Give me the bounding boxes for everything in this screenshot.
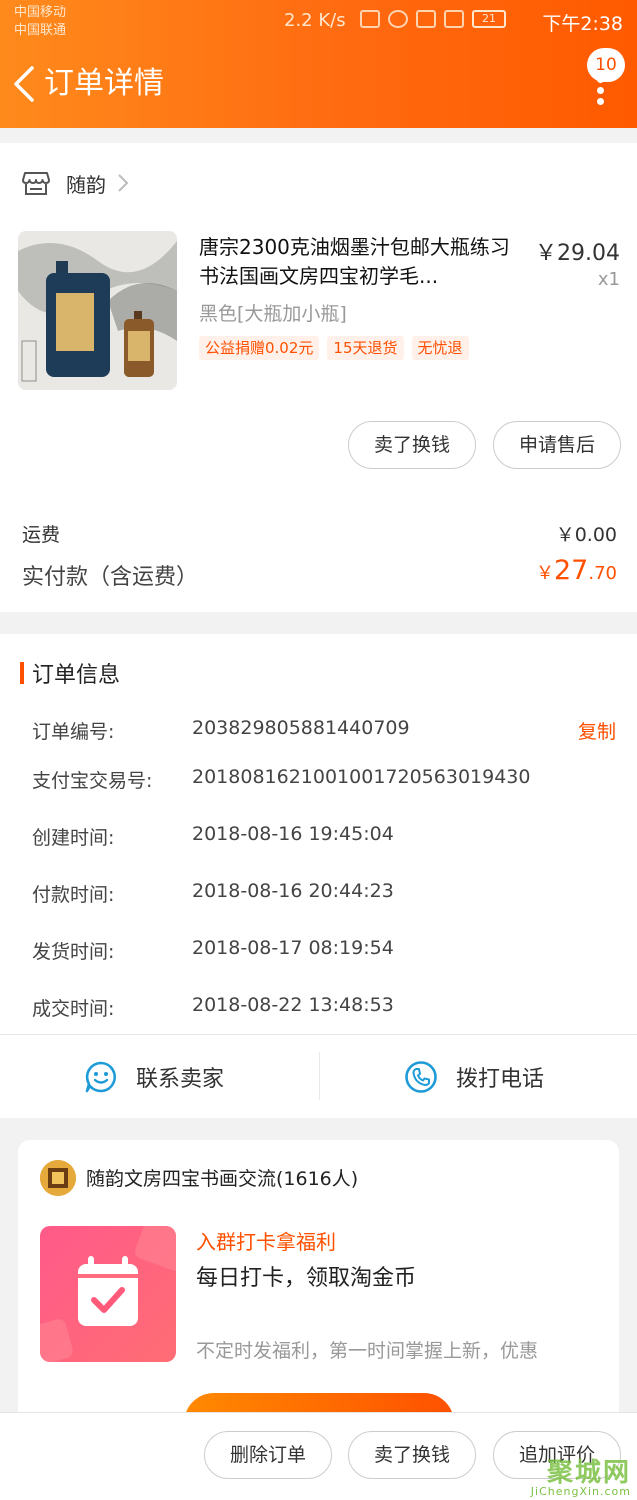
contact-seller-button[interactable]: 联系卖家 [84,1054,224,1100]
group-promo-card: 随韵文房四宝书画交流(1616人) 入群打卡拿福利 每日打卡，领取淘金币 不定时… [18,1140,619,1453]
currency-symbol: ￥ [536,563,554,584]
order-item-card: 随韵 唐宗2300克油烟墨汁包邮大瓶练习书法国画文房四宝初学毛... ￥29.0… [0,143,637,612]
info-label: 创建时间: [32,827,115,849]
info-label: 成交时间: [32,998,115,1020]
service-tag: 15天退货 [327,336,404,360]
chevron-left-icon [14,66,34,102]
calendar-check-icon [40,1226,176,1362]
order-number-value: 203829805881440709 [192,717,410,739]
info-label: 支付宝交易号: [32,770,153,792]
order-info-title: 订单信息 [32,663,121,688]
signal-4g-icon [444,10,464,28]
product-image[interactable] [18,231,177,390]
eye-icon [388,10,408,28]
shipped-time-value: 2018-08-17 08:19:54 [192,937,394,959]
group-logo-icon [40,1160,76,1196]
app-header: 中国移动 中国联通 2.2 K/s 21 下午2:38 订单详情 10 [0,0,637,128]
clock: 下午2:38 [542,13,623,35]
info-label: 订单编号: [32,721,115,743]
amount-decimal: .70 [588,563,617,584]
delete-order-button[interactable]: 删除订单 [204,1431,332,1479]
shop-name: 随韵 [66,172,106,197]
carrier-2: 中国联通 [14,23,67,38]
alipay-trade-value: 2018081621001001720563019430 [192,766,531,788]
product-price: ￥29.04 [535,241,620,266]
carrier-info: 中国移动 中国联通 [14,4,66,40]
amount-integer: 27 [554,555,589,586]
more-dot [596,98,604,105]
status-icons: 21 [360,10,506,28]
watermark-cn: 聚城网 [546,1458,631,1488]
sell-for-cash-button[interactable]: 卖了换钱 [348,1431,476,1479]
section-accent-bar [20,662,24,684]
promo-image [40,1226,176,1362]
product-quantity: x1 [597,269,620,290]
ink-bottle-image [18,231,177,390]
divider [0,1034,637,1035]
copy-order-number-button[interactable]: 复制 [578,717,616,744]
call-phone-button[interactable]: 拨打电话 [404,1054,544,1100]
promo-description: 不定时发福利，第一时间掌握上新，优惠 [196,1340,539,1362]
more-dots-icon [596,76,604,83]
info-label: 发货时间: [32,941,115,963]
promo-subtitle: 每日打卡，领取淘金币 [196,1266,417,1291]
chevron-right-icon [118,174,129,192]
paid-time-value: 2018-08-16 20:44:23 [192,880,394,902]
vibrate-icon [360,10,380,28]
group-name[interactable]: 随韵文房四宝书画交流(1616人) [86,1164,358,1191]
service-tag: 无忧退 [411,336,469,360]
service-tag: 公益捐赠0.02元 [199,336,320,360]
carrier-1: 中国移动 [14,5,67,20]
service-tags: 公益捐赠0.02元 15天退货 无忧退 [199,336,469,360]
bottom-action-bar: 删除订单 卖了换钱 追加评价 聚城网 JiChengXin.com [0,1412,637,1500]
total-paid-label: 实付款（含运费） [22,565,199,590]
page-title: 订单详情 [44,66,164,101]
product-title[interactable]: 唐宗2300克油烟墨汁包邮大瓶练习书法国画文房四宝初学毛... [199,233,519,291]
contact-seller-label: 联系卖家 [136,1067,225,1092]
sell-for-cash-button[interactable]: 卖了换钱 [348,421,476,469]
created-time-value: 2018-08-16 19:45:04 [192,823,394,845]
group-avatar [40,1160,76,1196]
back-button[interactable] [10,64,40,104]
chat-smile-icon [85,1061,117,1093]
call-phone-label: 拨打电话 [456,1067,545,1092]
shipping-fee-label: 运费 [22,524,61,546]
after-sale-button[interactable]: 申请售后 [493,421,621,469]
more-dot [596,87,604,94]
store-icon [22,172,50,195]
signal-2g-icon [416,10,436,28]
phone-icon [405,1061,437,1093]
watermark-logo: 聚城网 JiChengXin.com [531,1452,631,1498]
info-label: 付款时间: [32,884,115,906]
status-bar: 中国移动 中国联通 2.2 K/s 21 下午2:38 [0,0,637,44]
shipping-fee-value: ￥0.00 [555,524,617,546]
divider [319,1052,320,1100]
order-info-card: 订单信息 订单编号: 203829805881440709 复制 支付宝交易号:… [0,634,637,1118]
battery-icon: 21 [472,10,506,28]
promo-title: 入群打卡拿福利 [196,1230,336,1254]
completed-time-value: 2018-08-22 13:48:53 [192,994,394,1016]
more-menu-button[interactable] [593,76,607,105]
product-sku: 黑色[大瓶加小瓶] [199,303,347,325]
shop-link[interactable]: 随韵 [22,165,130,201]
network-speed: 2.2 K/s [284,10,346,31]
total-paid-value: ￥27.70 [536,555,617,586]
